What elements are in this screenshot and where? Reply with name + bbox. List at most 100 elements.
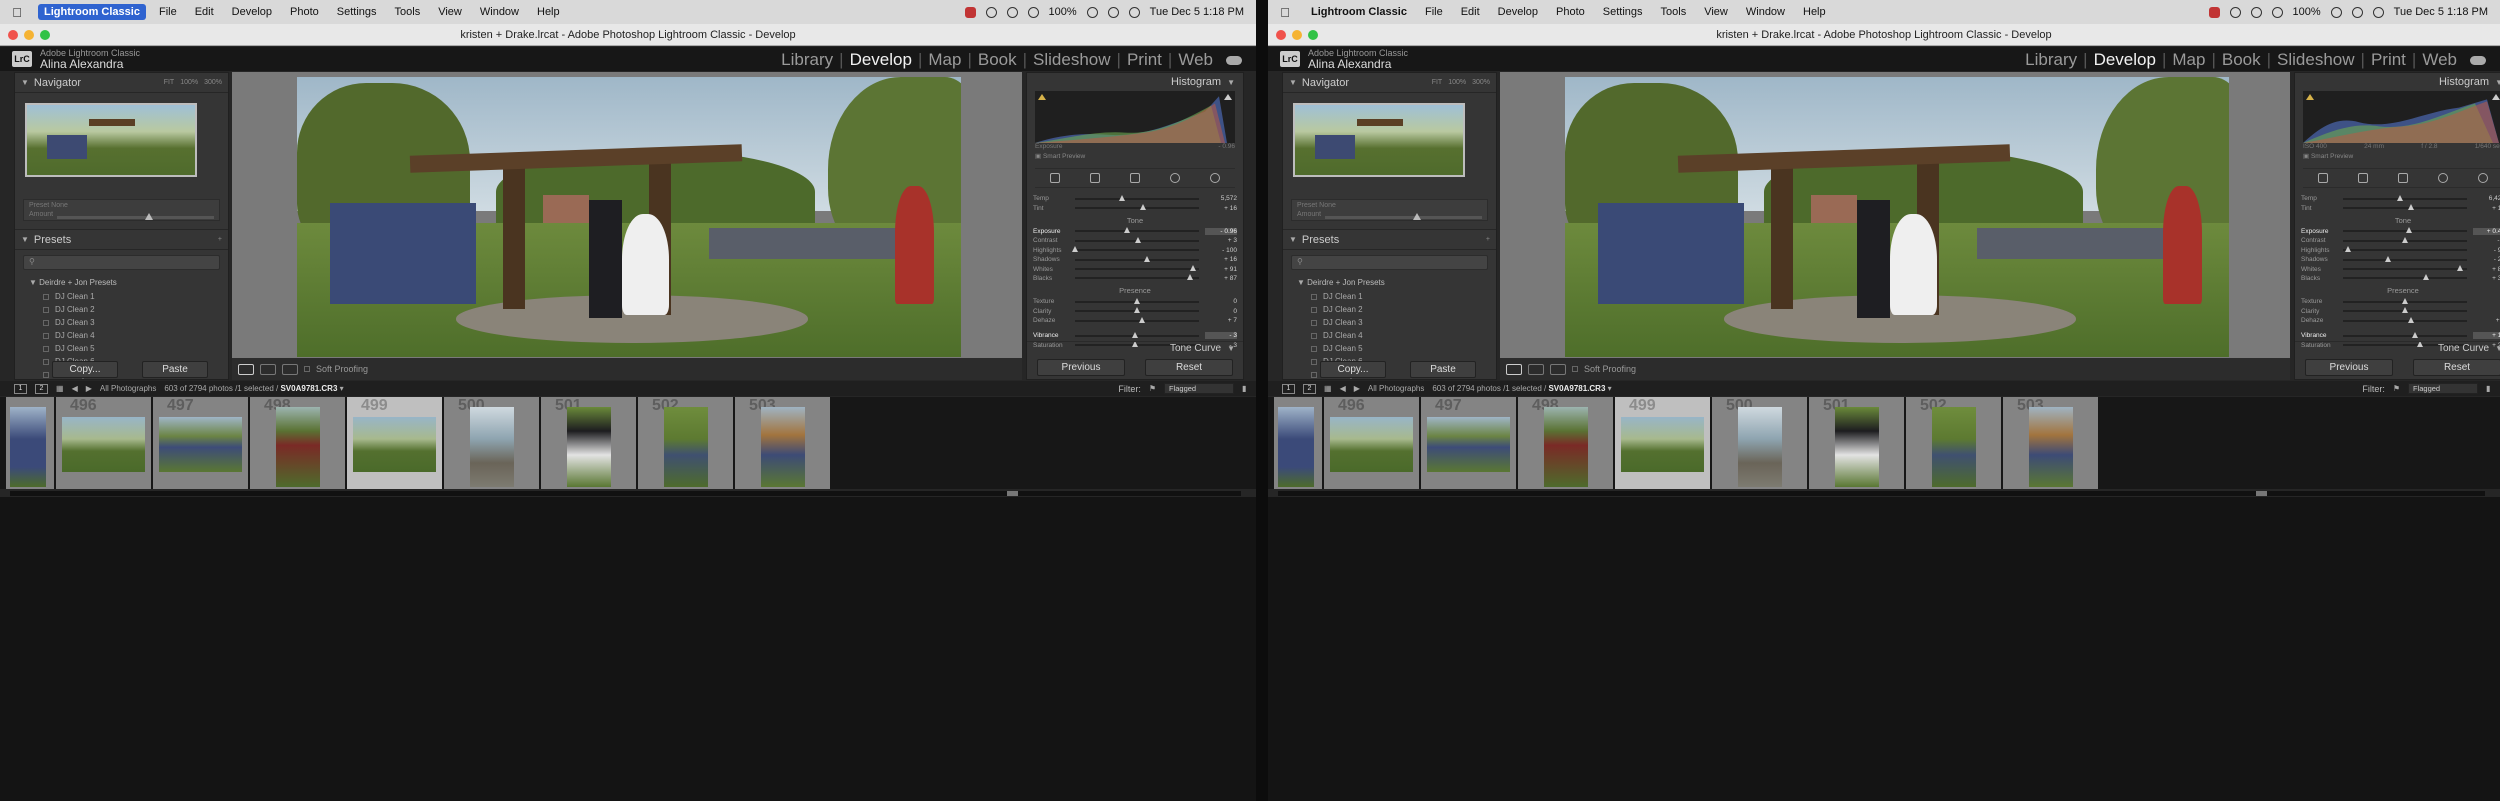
- slider-value[interactable]: + 9: [2473, 317, 2500, 324]
- slider-row-vibrance[interactable]: Vibrance + 16: [2301, 331, 2500, 340]
- filmstrip-thumbnail[interactable]: [1278, 407, 1314, 487]
- crop-icon[interactable]: [2358, 173, 2368, 183]
- filmstrip-thumbnail[interactable]: [470, 407, 514, 487]
- healing-icon[interactable]: [1130, 173, 1140, 183]
- slider-value[interactable]: + 15: [2473, 205, 2500, 212]
- slider-row-shadows[interactable]: Shadows - 27: [2301, 255, 2500, 264]
- slider-value[interactable]: 0: [2473, 298, 2500, 305]
- tone-curve-header[interactable]: Tone Curve ▼: [1027, 341, 1243, 355]
- filter-toggle-icon[interactable]: ▮: [1242, 384, 1256, 393]
- screen-2-button[interactable]: 2: [1303, 383, 1316, 394]
- module-web[interactable]: Web: [2417, 50, 2462, 70]
- slider-knob[interactable]: [2423, 274, 2430, 281]
- slider-row-clarity[interactable]: Clarity 0: [1033, 307, 1237, 316]
- menu-edit[interactable]: Edit: [186, 6, 223, 18]
- flag-filter-icon[interactable]: ⚑: [1149, 384, 1156, 393]
- edit-sliders-icon[interactable]: [1050, 173, 1060, 183]
- slider-value[interactable]: + 87: [1205, 275, 1237, 282]
- slider-value[interactable]: + 16: [1205, 256, 1237, 263]
- zoom-100[interactable]: 100%: [1448, 79, 1466, 86]
- red-eye-icon[interactable]: [2438, 173, 2448, 183]
- slider-value[interactable]: 0: [1205, 298, 1237, 305]
- filmstrip-cell[interactable]: 499: [1615, 397, 1710, 489]
- scrollbar-thumb[interactable]: [1007, 491, 1018, 496]
- control-center-icon[interactable]: [1128, 6, 1140, 18]
- loupe-view-icon[interactable]: [1506, 363, 1522, 375]
- histogram-graph[interactable]: [1035, 91, 1235, 143]
- menu-develop[interactable]: Develop: [223, 6, 281, 18]
- slider-knob[interactable]: [1134, 297, 1140, 304]
- module-map[interactable]: Map: [2167, 50, 2210, 70]
- navigator-header[interactable]: ▼ Navigator FIT 100% 300%: [15, 73, 228, 93]
- menu-photo[interactable]: Photo: [1547, 6, 1594, 18]
- filmstrip-cell[interactable]: 503: [735, 397, 830, 489]
- slider-knob[interactable]: [2402, 297, 2408, 304]
- slider-row-vibrance[interactable]: Vibrance - 3: [1033, 331, 1237, 340]
- menu-app-name[interactable]: Lightroom Classic: [38, 4, 146, 20]
- flag-filter-icon[interactable]: ⚑: [2393, 384, 2400, 393]
- slider-value[interactable]: 6,421: [2473, 195, 2500, 202]
- screen-2-button[interactable]: 2: [35, 383, 48, 394]
- slider-row-whites[interactable]: Whites + 88: [2301, 264, 2500, 273]
- slider-track[interactable]: [1075, 204, 1199, 211]
- slider-knob[interactable]: [1131, 331, 1138, 338]
- module-slideshow[interactable]: Slideshow: [2272, 50, 2360, 70]
- preset-group[interactable]: ▼ Deirdre + Jon Presets: [1283, 275, 1496, 290]
- slider-track[interactable]: [1072, 246, 1199, 253]
- wifi-icon[interactable]: [2330, 6, 2342, 18]
- soft-proofing-checkbox[interactable]: [304, 366, 310, 372]
- menu-tools[interactable]: Tools: [386, 6, 430, 18]
- collapse-triangle-icon[interactable]: ▼: [1289, 78, 1297, 87]
- preset-item[interactable]: DJ Clean 2: [1283, 303, 1496, 316]
- zoom-window-button[interactable]: [1308, 30, 1318, 40]
- masking-icon[interactable]: [2478, 173, 2488, 183]
- shadow-clipping-indicator[interactable]: [1038, 94, 1046, 100]
- slider-knob[interactable]: [1187, 274, 1194, 281]
- slider-value[interactable]: + 3: [1205, 237, 1237, 244]
- slider-track[interactable]: [1075, 255, 1199, 262]
- filmstrip-thumbnail[interactable]: [2029, 407, 2073, 487]
- menu-settings[interactable]: Settings: [328, 6, 386, 18]
- scrollbar-thumb[interactable]: [2255, 491, 2267, 496]
- preset-item[interactable]: DJ Clean 1: [15, 290, 228, 303]
- cloud-icon[interactable]: [1226, 55, 1242, 65]
- slider-knob[interactable]: [1140, 204, 1147, 211]
- slider-row-highlights[interactable]: Highlights - 100: [1033, 246, 1237, 255]
- menu-photo[interactable]: Photo: [281, 6, 328, 18]
- add-preset-icon[interactable]: +: [1486, 236, 1490, 243]
- module-print[interactable]: Print: [1122, 50, 1167, 70]
- slider-row-dehaze[interactable]: Dehaze + 7: [1033, 316, 1237, 325]
- preset-item[interactable]: DJ Clean 5: [15, 342, 228, 355]
- module-map[interactable]: Map: [923, 50, 966, 70]
- slider-row-highlights[interactable]: Highlights - 92: [2301, 246, 2500, 255]
- slider-knob[interactable]: [2408, 316, 2415, 323]
- wifi-icon[interactable]: [1086, 6, 1098, 18]
- preset-item[interactable]: DJ Clean 4: [1283, 329, 1496, 342]
- close-window-button[interactable]: [8, 30, 18, 40]
- filmstrip-scrollbar[interactable]: [1278, 491, 2486, 496]
- slider-row-texture[interactable]: Texture 0: [1033, 297, 1237, 306]
- histogram-graph[interactable]: [2303, 91, 2500, 143]
- filmstrip-cell[interactable]: 496: [56, 397, 151, 489]
- filmstrip-cell[interactable]: 496: [1324, 397, 1419, 489]
- filmstrip-cell[interactable]: 499: [347, 397, 442, 489]
- clock-icon[interactable]: [2250, 6, 2262, 18]
- filmstrip-thumbnail[interactable]: [62, 417, 145, 472]
- module-slideshow[interactable]: Slideshow: [1028, 50, 1116, 70]
- preset-item[interactable]: DJ Clean 3: [1283, 316, 1496, 329]
- collapse-triangle-icon[interactable]: ▼: [1227, 78, 1235, 87]
- slider-row-clarity[interactable]: Clarity 0: [2301, 307, 2500, 316]
- preset-item[interactable]: DJ Clean 3: [15, 316, 228, 329]
- slider-track[interactable]: [1075, 316, 1199, 323]
- slider-knob[interactable]: [2408, 204, 2415, 211]
- yy-compare-icon[interactable]: [1550, 363, 1566, 375]
- module-library[interactable]: Library: [776, 50, 838, 70]
- slider-track[interactable]: [2343, 331, 2467, 338]
- filmstrip-thumbnail[interactable]: [1330, 417, 1413, 472]
- filmstrip-thumbnail[interactable]: [761, 407, 805, 487]
- record-icon[interactable]: [964, 6, 976, 18]
- slider-value[interactable]: 0: [1205, 308, 1237, 315]
- slider-row-dehaze[interactable]: Dehaze + 9: [2301, 316, 2500, 325]
- filmstrip-thumbnail[interactable]: [159, 417, 242, 472]
- highlight-clipping-indicator[interactable]: [2492, 94, 2500, 100]
